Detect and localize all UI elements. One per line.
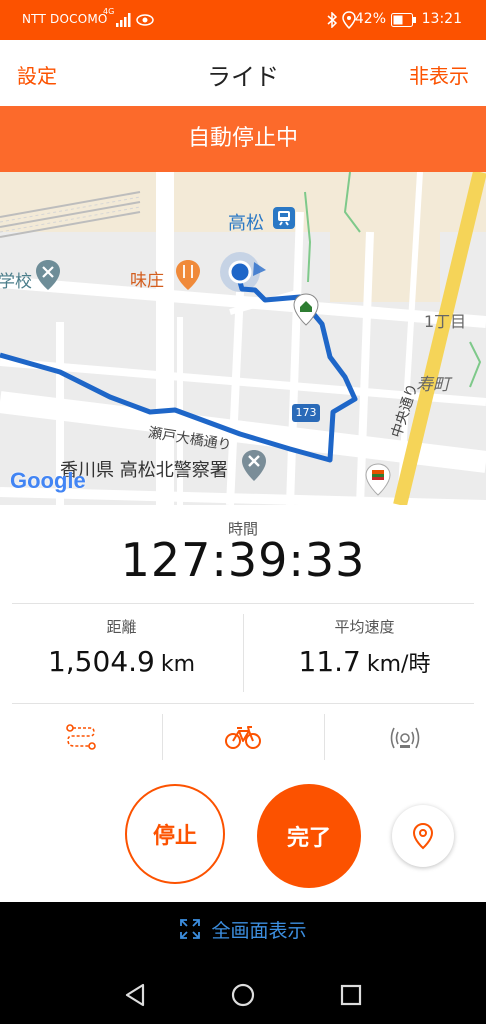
map-label-school: 学校 bbox=[0, 272, 32, 292]
divider bbox=[12, 603, 474, 604]
avg-speed-value: 11.7 bbox=[298, 645, 361, 678]
avg-speed-unit: km/時 bbox=[366, 652, 431, 677]
police-icon bbox=[242, 450, 266, 481]
divider bbox=[12, 703, 474, 704]
distance-value: 1,504.9 bbox=[47, 645, 155, 678]
sensor-icon bbox=[390, 727, 420, 749]
settings-button[interactable]: 設定 bbox=[17, 60, 57, 89]
home-marker-icon bbox=[293, 293, 319, 326]
hide-button[interactable]: 非表示 bbox=[409, 60, 469, 89]
route-map[interactable]: P 高松 味庄 学校 1丁目 寿町 173 瀬戸大橋通り 中央通り 香川県 高松… bbox=[0, 172, 486, 505]
google-logo: Google bbox=[10, 468, 86, 493]
stop-button[interactable]: 停止 bbox=[125, 784, 225, 884]
avg-speed-label: 平均速度 bbox=[334, 618, 395, 636]
carrier-name: NTT DOCOMO bbox=[22, 12, 108, 26]
back-icon[interactable] bbox=[124, 983, 146, 1007]
elapsed-time-value: 127:39:33 bbox=[120, 533, 366, 587]
school-icon bbox=[36, 260, 60, 290]
status-bar: NTT DOCOMO 4G 42% 13:21 bbox=[0, 0, 486, 40]
train-station-icon bbox=[273, 207, 295, 229]
map-label-restaurant: 味庄 bbox=[130, 271, 164, 291]
top-nav-bar: ライド 設定 非表示 bbox=[0, 40, 486, 106]
home-icon[interactable] bbox=[231, 983, 255, 1007]
map-label-station: 高松 bbox=[228, 213, 264, 234]
tab-sensors[interactable] bbox=[324, 712, 486, 762]
battery-icon bbox=[391, 13, 416, 27]
convenience-store-icon bbox=[365, 463, 391, 496]
distance-value-group: 1,504.9 km bbox=[0, 645, 243, 678]
bike-icon bbox=[225, 726, 261, 749]
distance-label: 距離 bbox=[106, 618, 137, 636]
eye-icon bbox=[136, 14, 154, 26]
location-button[interactable] bbox=[392, 805, 454, 867]
restaurant-icon bbox=[176, 260, 200, 290]
route-icon bbox=[66, 724, 96, 750]
tab-bike[interactable] bbox=[162, 712, 324, 762]
map-label-district-2: 寿町 bbox=[416, 375, 450, 395]
autopause-banner: 自動停止中 bbox=[0, 106, 486, 172]
bluetooth-icon bbox=[327, 12, 338, 28]
distance-unit: km bbox=[160, 652, 196, 677]
signal-icon bbox=[116, 13, 131, 27]
map-label-district-1: 1丁目 bbox=[424, 312, 467, 331]
finish-button[interactable]: 完了 bbox=[257, 784, 361, 888]
network-type: 4G bbox=[103, 7, 115, 16]
clock: 13:21 bbox=[421, 11, 462, 27]
battery-percent: 42% bbox=[354, 11, 386, 27]
system-nav-bar bbox=[0, 956, 486, 1024]
expand-icon bbox=[180, 919, 201, 939]
fullscreen-label: 全画面表示 bbox=[211, 919, 307, 942]
tab-route[interactable] bbox=[0, 712, 162, 762]
location-pin-icon bbox=[412, 822, 434, 850]
avg-speed-value-group: 11.7 km/時 bbox=[243, 645, 486, 678]
route-number-badge: 173 bbox=[292, 404, 320, 422]
fullscreen-button[interactable]: 全画面表示 bbox=[0, 902, 486, 956]
recent-apps-icon[interactable] bbox=[340, 984, 362, 1006]
